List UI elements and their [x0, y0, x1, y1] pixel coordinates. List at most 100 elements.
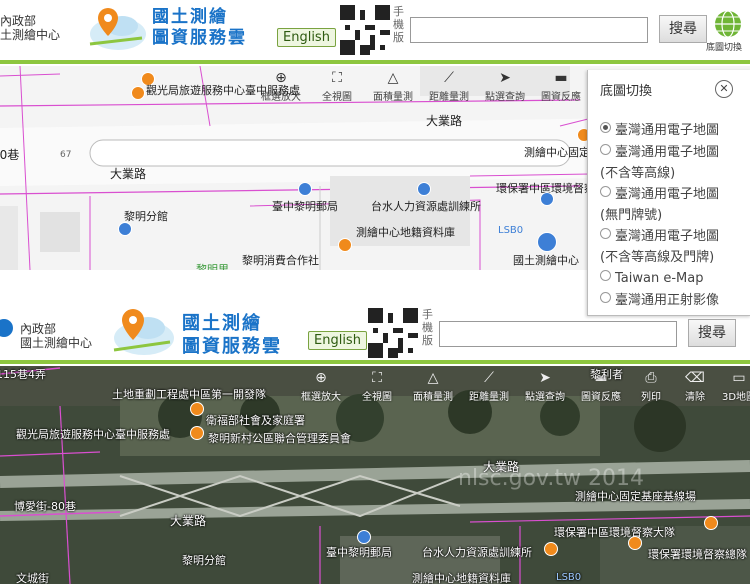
full-extent-label-2: 全視圖: [362, 392, 392, 403]
basemap-option-emap[interactable]: 臺灣通用電子地圖: [600, 120, 719, 141]
print-label: 列印: [641, 392, 661, 403]
center-db-poi-icon[interactable]: [338, 238, 352, 252]
feedback-label: 圖資反應: [541, 92, 581, 103]
env-poi-icon-2[interactable]: [628, 536, 642, 550]
search-input-2[interactable]: [439, 321, 677, 347]
map2-label-lijun: 黎利者: [590, 368, 623, 381]
map2-label-labor: 台水人力資源處訓練所: [422, 546, 532, 559]
3d-map-button[interactable]: ▭ 3D地圖: [717, 366, 750, 406]
english-button[interactable]: English: [277, 28, 336, 47]
map-label-limi: 黎明里: [196, 263, 229, 270]
zoom-box-button-2[interactable]: ⊕ 框選放大: [293, 366, 349, 406]
basemap-option-emap-plain[interactable]: 臺灣通用電子地圖 (不含等高線及門牌): [600, 226, 719, 268]
globe-icon[interactable]: [713, 9, 743, 39]
map-label-center-db: 測繪中心地籍資料庫: [356, 226, 455, 239]
nlsc-badge-icon[interactable]: [537, 232, 557, 252]
english-button-2[interactable]: English: [308, 331, 367, 350]
area-measure-label: 面積量測: [373, 92, 413, 103]
ministry-logo-icon: [0, 319, 13, 337]
basemap-switch-button[interactable]: 底圖切換: [706, 40, 742, 53]
search-button-2[interactable]: 搜尋: [688, 319, 736, 347]
radio-icon[interactable]: [600, 144, 611, 155]
search-button[interactable]: 搜尋: [659, 15, 707, 43]
imagery-map-view: 內政部 國土測繪中心 國土測繪 圖資服務雲 English 手機版 搜尋 ⊕ 框…: [0, 296, 750, 584]
radio-icon-6[interactable]: [600, 292, 611, 303]
full-extent-label: 全視圖: [322, 92, 352, 103]
community-poi-icon[interactable]: [190, 426, 204, 440]
feedback-button[interactable]: ▬ 圖資反應: [533, 66, 589, 106]
basemap-option-emap-no-contour[interactable]: 臺灣通用電子地圖 (不含等高線): [600, 142, 719, 184]
brand-line2: 圖資服務雲: [152, 28, 247, 48]
basemap-option-5-label: Taiwan e-Map: [615, 271, 704, 286]
map2-label-community: 黎明新村公區聯合管理委員會: [208, 432, 351, 445]
env2-poi-icon[interactable]: [704, 516, 718, 530]
brand-line1: 國土測繪: [152, 7, 228, 27]
map2-label-lane: 博愛街-80巷: [14, 500, 76, 513]
nlsc-logo-icon-2[interactable]: [106, 308, 176, 358]
tourism-poi-icon-2[interactable]: [131, 86, 145, 100]
full-extent-button-2[interactable]: ⛶ 全視圖: [349, 366, 405, 406]
mobile-version-link-2[interactable]: 手機版: [422, 308, 434, 347]
site-header: 內政部 土測繪中心 國土測繪 圖資服務雲 English 手機版 搜尋 底圖切換: [0, 0, 750, 62]
radio-selected-icon[interactable]: [600, 122, 611, 133]
map-canvas-2[interactable]: ⊕ 框選放大 ⛶ 全視圖 △ 面積量測 ⟋ 距離量測 ➤ 點選查詢 ▬ 圖資反應 ⎙ 列印 ⌫…: [0, 366, 750, 584]
area-measure-icon-2: △: [427, 370, 439, 386]
radio-icon-5[interactable]: [600, 270, 611, 281]
print-button[interactable]: ⎙ 列印: [629, 366, 673, 406]
basemap-option-4-suffix: (不含等高線及門牌): [600, 250, 715, 265]
3d-icon: ▭: [732, 370, 746, 386]
post-office-icon-2[interactable]: [357, 530, 371, 544]
full-extent-icon: ⛶: [332, 70, 342, 86]
env-poi-icon[interactable]: [540, 192, 554, 206]
ministry-line2: 土測繪中心: [0, 28, 61, 42]
area-measure-button[interactable]: △ 面積量測: [365, 66, 421, 106]
point-query-button-2[interactable]: ➤ 點選查詢: [517, 366, 573, 406]
zoom-in-icon-2: ⊕: [315, 370, 327, 386]
labor-poi-icon[interactable]: [417, 182, 431, 196]
point-query-label-2: 點選查詢: [525, 392, 565, 403]
map-label-67: 67: [60, 150, 72, 160]
qr-code-icon-2[interactable]: [368, 308, 418, 358]
clear-button[interactable]: ⌫ 清除: [673, 366, 717, 406]
welfare-poi-icon[interactable]: [190, 402, 204, 416]
ministry-name-2: 內政部 國土測繪中心: [20, 322, 92, 350]
map-label-tourism: 觀光局旅遊服務中心臺中服務處: [146, 84, 300, 97]
map2-label-env2: 環保署環境督察總隊: [648, 548, 747, 561]
full-extent-button[interactable]: ⛶ 全視圖: [309, 66, 365, 106]
map2-label-post: 臺中黎明郵局: [326, 546, 392, 559]
area-measure-button-2[interactable]: △ 面積量測: [405, 366, 461, 406]
radio-icon-3[interactable]: [600, 186, 611, 197]
map-label-road-main: 大業路: [426, 114, 463, 128]
map2-label-wencheng: 文城街: [16, 572, 49, 584]
point-query-button[interactable]: ➤ 點選查詢: [477, 66, 533, 106]
close-icon[interactable]: ✕: [715, 80, 733, 98]
nlsc-logo-icon[interactable]: [82, 8, 146, 54]
search-input[interactable]: [410, 17, 648, 43]
feedback-label-2: 圖資反應: [581, 392, 621, 403]
basemap-option-orthophoto[interactable]: 臺灣通用正射影像: [600, 290, 719, 311]
header-divider-2: [0, 360, 750, 364]
basemap-option-taiwan-emap[interactable]: Taiwan e-Map: [600, 268, 703, 289]
map2-label-land-office: 土地重劃工程處中區第一開發隊: [112, 388, 266, 401]
labor-poi-icon-2[interactable]: [544, 542, 558, 556]
clear-label: 清除: [685, 392, 705, 403]
qr-code-icon[interactable]: [340, 5, 390, 55]
distance-measure-button-2[interactable]: ⟋ 距離量測: [461, 366, 517, 406]
ministry-name: 內政部 土測繪中心: [0, 14, 60, 42]
post-office-icon[interactable]: [298, 182, 312, 196]
distance-measure-button[interactable]: ⟋ 距離量測: [421, 66, 477, 106]
map-label-fire: 黎明消費合作社: [242, 254, 319, 267]
basemap-option-4-label: 臺灣通用電子地圖: [615, 229, 720, 244]
brand-line1-2: 國土測繪: [182, 313, 262, 334]
map2-label-env: 環保署中區環境督察大隊: [554, 526, 675, 539]
map2-label-welfare: 衛福部社會及家庭署: [206, 414, 305, 427]
zoom-box-label-2: 框選放大: [301, 392, 341, 403]
mobile-version-link[interactable]: 手機版: [393, 5, 405, 44]
basemap-switch-panel: 底圖切換 ✕ 臺灣通用電子地圖 臺灣通用電子地圖 (不含等高線) 臺灣通用電子地圖…: [587, 70, 750, 316]
radio-icon-4[interactable]: [600, 228, 611, 239]
basemap-option-emap-no-address[interactable]: 臺灣通用電子地圖 (無門牌號): [600, 184, 719, 226]
brand-title: 國土測繪 圖資服務雲: [152, 7, 247, 49]
library-poi-icon[interactable]: [118, 222, 132, 236]
map2-label-tourism: 觀光局旅遊服務中心臺中服務處: [16, 428, 170, 441]
map-label-road-main-2: 大業路: [110, 167, 147, 181]
